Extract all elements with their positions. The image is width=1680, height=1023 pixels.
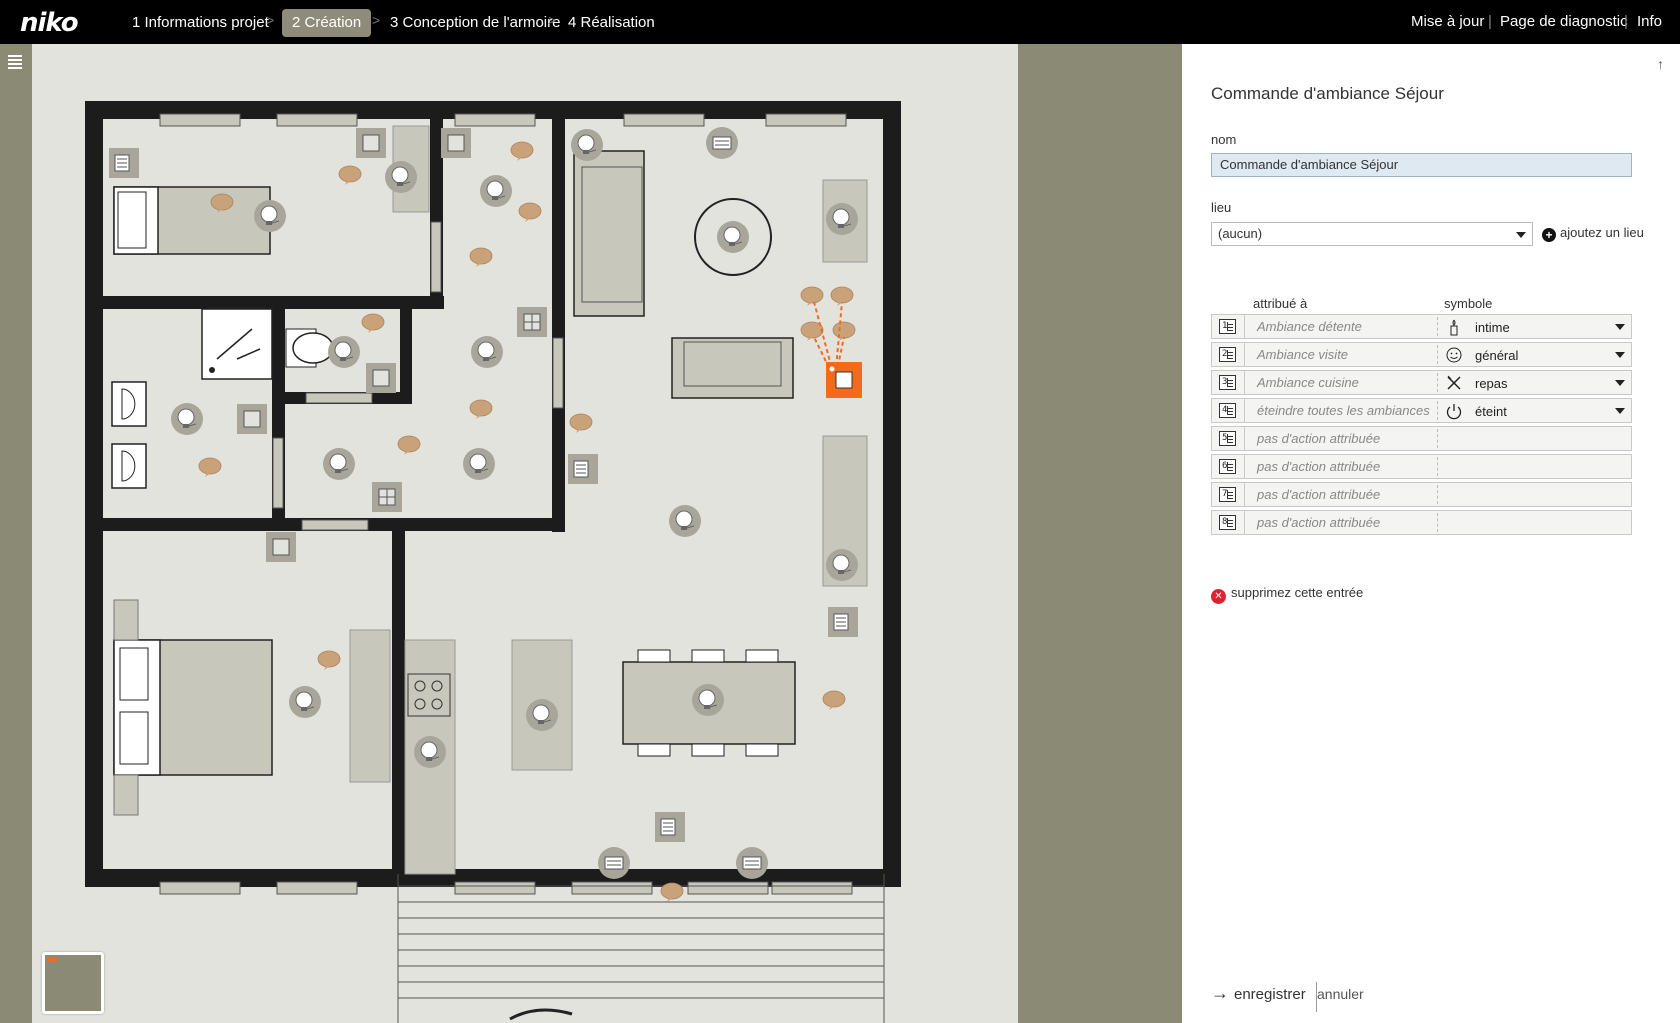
add-lieu-link[interactable]: + ajoutez un lieu — [1542, 225, 1644, 242]
cutlery-icon — [1447, 375, 1461, 390]
minimap-viewport — [47, 957, 57, 962]
button-number-cell: 3 — [1212, 371, 1245, 394]
delete-entry-link[interactable]: ✕ supprimez cette entrée — [1211, 585, 1363, 604]
action-label[interactable]: pas d'action attribuée — [1257, 487, 1380, 502]
push-button-icon: 6 — [1219, 459, 1236, 474]
divider — [1437, 401, 1438, 420]
nav-mise-a-jour[interactable]: Mise à jour — [1411, 13, 1484, 30]
action-row[interactable]: 1 Ambiance détente intime — [1211, 314, 1632, 339]
left-sidebar — [0, 44, 32, 1023]
chevron-down-icon[interactable] — [1615, 380, 1625, 386]
step-conception-armoire[interactable]: 3 Conception de l'armoire — [380, 9, 570, 37]
action-label[interactable]: Ambiance visite — [1257, 347, 1348, 362]
action-label[interactable]: pas d'action attribuée — [1257, 515, 1380, 530]
lieu-select-value: (aucun) — [1218, 226, 1263, 241]
column-header-assigned: attribué à — [1253, 296, 1308, 311]
push-button-icon: 7 — [1219, 487, 1236, 502]
button-number-cell: 5 — [1212, 427, 1245, 450]
symbol-label: intime — [1475, 320, 1510, 335]
close-circle-icon: ✕ — [1211, 589, 1226, 604]
action-label[interactable]: Ambiance cuisine — [1257, 375, 1359, 390]
divider — [1437, 457, 1438, 476]
lieu-label: lieu — [1211, 200, 1232, 215]
divider — [1437, 485, 1438, 504]
step-informations-projet[interactable]: 1 Informations projet — [122, 9, 279, 37]
candle-icon — [1450, 319, 1458, 336]
symbol-label: éteint — [1475, 404, 1507, 419]
delete-entry-label: supprimez cette entrée — [1231, 585, 1364, 600]
action-label[interactable]: pas d'action attribuée — [1257, 431, 1380, 446]
divider — [1437, 373, 1438, 392]
symbol-label: repas — [1475, 376, 1508, 391]
symbol-label: général — [1475, 348, 1519, 363]
power-icon — [1446, 404, 1462, 420]
floor-plan — [85, 101, 901, 1023]
button-number-cell: 4 — [1212, 399, 1245, 422]
action-row[interactable]: 2 Ambiance visite général — [1211, 342, 1632, 367]
lieu-select[interactable]: (aucun) — [1211, 222, 1533, 246]
step-realisation[interactable]: 4 Réalisation — [558, 9, 665, 37]
push-button-icon: 1 — [1219, 319, 1236, 334]
niko-logo: niko — [20, 8, 79, 38]
push-button-icon: 8 — [1219, 515, 1236, 530]
button-number-cell: 1 — [1212, 315, 1245, 338]
action-row[interactable]: 4 éteindre toutes les ambiances éteint — [1211, 398, 1632, 423]
canvas-margin — [1018, 44, 1182, 1023]
nav-info[interactable]: Info — [1637, 13, 1662, 30]
step-creation[interactable]: 2 Création — [282, 9, 372, 37]
column-header-symbol: symbole — [1444, 296, 1493, 311]
arrow-up-icon[interactable]: ↑ — [1657, 56, 1664, 72]
action-row[interactable]: 8 pas d'action attribuée — [1211, 510, 1632, 535]
button-number-cell: 7 — [1212, 483, 1245, 506]
push-button-icon: 5 — [1219, 431, 1236, 446]
save-label: enregistrer — [1234, 986, 1306, 1003]
chevron-down-icon[interactable] — [1615, 324, 1625, 330]
action-row[interactable]: 7 pas d'action attribuée — [1211, 482, 1632, 507]
name-label: nom — [1211, 132, 1237, 147]
nav-separator: | — [1624, 13, 1628, 30]
cancel-button[interactable]: annuler — [1317, 986, 1364, 1002]
push-button-icon: 3 — [1219, 375, 1236, 390]
nav-separator: | — [1488, 13, 1492, 30]
floor-plan-canvas[interactable] — [32, 44, 1018, 1023]
action-row[interactable]: 6 pas d'action attribuée — [1211, 454, 1632, 479]
push-button-icon: 4 — [1219, 403, 1236, 418]
list-menu-icon[interactable] — [8, 55, 22, 73]
chevron-right-icon: > — [548, 12, 557, 28]
plus-circle-icon: + — [1542, 228, 1556, 242]
chevron-down-icon[interactable] — [1615, 352, 1625, 358]
button-number-cell: 6 — [1212, 455, 1245, 478]
panel-title: Commande d'ambiance Séjour — [1211, 84, 1444, 103]
chevron-down-icon[interactable] — [1615, 408, 1625, 414]
divider — [1437, 317, 1438, 336]
push-button-icon: 2 — [1219, 347, 1236, 362]
smiley-icon — [1446, 347, 1462, 363]
action-label[interactable]: Ambiance détente — [1257, 319, 1362, 334]
action-label[interactable]: pas d'action attribuée — [1257, 459, 1380, 474]
save-button[interactable]: → enregistrer — [1211, 982, 1317, 1012]
properties-panel: ↑ Commande d'ambiance Séjour nom Command… — [1182, 44, 1680, 1023]
chevron-right-icon: > — [266, 12, 275, 28]
action-label[interactable]: éteindre toutes les ambiances — [1257, 403, 1430, 418]
nav-page-diagnostic[interactable]: Page de diagnostic — [1500, 13, 1628, 30]
button-number-cell: 2 — [1212, 343, 1245, 366]
divider — [1437, 513, 1438, 532]
arrow-right-icon: → — [1211, 983, 1229, 1003]
chevron-right-icon: > — [372, 12, 381, 28]
divider — [1437, 429, 1438, 448]
minimap[interactable] — [42, 952, 104, 1014]
divider — [1437, 345, 1438, 364]
top-bar: niko 1 Informations projet > 2 Création … — [0, 0, 1680, 44]
action-row[interactable]: 5 pas d'action attribuée — [1211, 426, 1632, 451]
chevron-down-icon — [1516, 232, 1526, 238]
name-input[interactable]: Commande d'ambiance Séjour — [1211, 153, 1632, 177]
button-number-cell: 8 — [1212, 511, 1245, 534]
add-lieu-label: ajoutez un lieu — [1560, 225, 1644, 240]
action-row[interactable]: 3 Ambiance cuisine repas — [1211, 370, 1632, 395]
